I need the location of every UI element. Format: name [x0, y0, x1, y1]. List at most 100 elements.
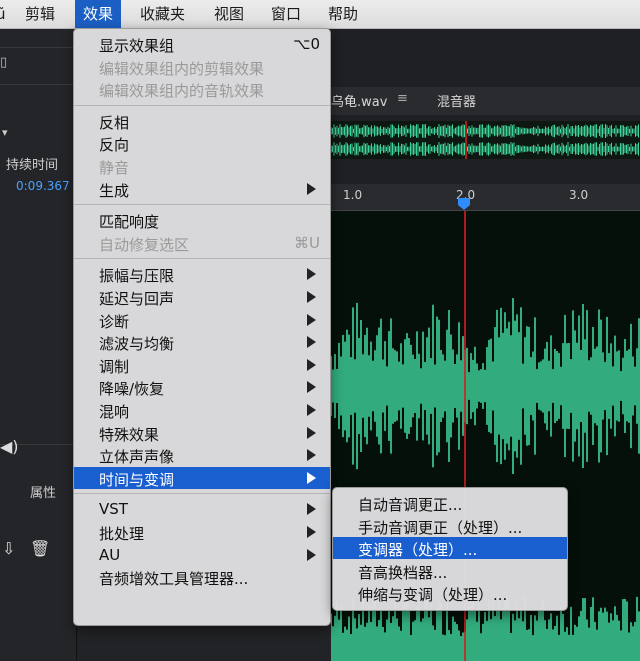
menubar-item-favorites[interactable]: 收藏夹	[140, 0, 185, 28]
duration-column-header[interactable]: 持续时间	[6, 154, 58, 173]
submenu-arrow-icon	[307, 503, 316, 516]
menu-separator	[74, 104, 330, 106]
effects-menu-item[interactable]: 音频增效工具管理器...	[74, 566, 330, 588]
tab-menu-icon[interactable]: ≡	[397, 91, 408, 106]
effects-menu-item[interactable]: 延迟与回声	[74, 286, 330, 308]
menu-shortcut: ⌥0	[293, 35, 320, 53]
effects-menu-item[interactable]: 显示效果组 ⌥0	[74, 33, 330, 55]
speaker-icon[interactable]: ◀)	[0, 437, 19, 456]
menu-item-label: 立体声声像	[99, 448, 175, 467]
menubar-item-window[interactable]: 窗口	[271, 0, 301, 28]
tab-file[interactable]: 乌龟.wav	[331, 91, 387, 110]
submenu-arrow-icon	[307, 291, 316, 303]
panel-edge-icon[interactable]: ▯	[0, 55, 7, 70]
menu-separator	[74, 204, 330, 206]
effects-menu-item[interactable]: 反相	[74, 110, 330, 132]
menu-item-label: 自动修复选区	[99, 235, 190, 254]
submenu-arrow-icon	[307, 268, 316, 281]
ruler-tick: 1.0	[343, 188, 363, 202]
menu-item-label: 显示效果组	[99, 37, 175, 55]
effects-menu-item[interactable]: 批处理	[74, 521, 330, 543]
menu-item-label: 变调器（处理）...	[358, 541, 478, 559]
effects-menu-item[interactable]: 诊断	[74, 309, 330, 331]
effects-menu-item[interactable]: 特殊效果	[74, 422, 330, 444]
menu-shortcut: ⌘U	[294, 233, 320, 252]
sort-caret-icon[interactable]: ▾	[2, 126, 8, 139]
menubar: ũ 剪辑 效果 收藏夹 视图 窗口 帮助	[0, 0, 640, 29]
divider	[0, 47, 76, 48]
effects-menu-item[interactable]: 反向	[74, 132, 330, 154]
effects-menu-item[interactable]: 振幅与压限	[74, 263, 330, 285]
menu-item-label: 匹配响度	[99, 213, 160, 232]
menu-item-label: 编辑效果组内的音轨效果	[99, 82, 265, 101]
menubar-item-view[interactable]: 视图	[214, 0, 244, 28]
duration-value: 0:09.367	[16, 179, 70, 193]
effects-menu-item: 静音	[74, 155, 330, 177]
import-icon[interactable]: ⇩	[2, 539, 15, 558]
effects-menu-item: 编辑效果组内的音轨效果	[74, 78, 330, 100]
submenu-arrow-icon	[307, 381, 316, 394]
menubar-item-help[interactable]: 帮助	[328, 0, 358, 28]
time-pitch-submenu: 自动音调更正... 手动音调更正（处理）... 变调器（处理）... 音高换档器...…	[332, 487, 568, 611]
effects-menu-item[interactable]: 调制	[74, 354, 330, 376]
menu-separator	[74, 258, 330, 260]
menu-separator	[74, 493, 330, 495]
menu-item-label: 降噪/恢复	[99, 380, 165, 399]
menu-item-label: 延迟与回声	[99, 290, 175, 308]
effects-menu-item[interactable]: 降噪/恢复	[74, 376, 330, 398]
submenu-arrow-icon	[307, 526, 316, 538]
effects-menu-item[interactable]: 滤波与均衡	[74, 331, 330, 353]
editor-tab-bar: 乌龟.wav ≡ 混音器	[331, 87, 640, 115]
menubar-item-partial[interactable]: ũ	[0, 0, 6, 28]
effects-menu-item[interactable]: 生成	[74, 178, 330, 200]
menubar-item-edit[interactable]: 剪辑	[25, 0, 55, 28]
effects-menu-item[interactable]: 立体声声像	[74, 444, 330, 466]
menu-item-label: 音高换档器...	[358, 563, 448, 582]
menu-item-label: 诊断	[99, 312, 130, 331]
menu-item-label: 静音	[99, 159, 130, 177]
submenu-arrow-icon	[307, 449, 316, 462]
menu-item-label: 手动音调更正（处理）...	[358, 518, 523, 537]
effects-menu-item[interactable]: AU	[74, 544, 330, 566]
submenu-arrow-icon	[307, 336, 316, 349]
submenu-arrow-icon	[307, 426, 316, 439]
effects-menu-item[interactable]: VST	[74, 498, 330, 520]
effects-menu-item[interactable]: 时间与变调	[74, 466, 330, 489]
menu-item-label: 时间与变调	[99, 470, 175, 489]
menu-item-label: 振幅与压限	[99, 267, 175, 286]
properties-tab[interactable]: 属性	[30, 482, 56, 501]
menu-item-label: 批处理	[99, 525, 145, 543]
submenu-arrow-icon	[307, 548, 316, 561]
menu-item-label: 生成	[99, 181, 130, 200]
time-pitch-menu-item[interactable]: 手动音调更正（处理）...	[333, 515, 567, 537]
menu-item-label: 滤波与均衡	[99, 335, 175, 354]
submenu-arrow-icon	[307, 358, 316, 371]
menu-item-label: 编辑效果组内的剪辑效果	[99, 59, 265, 78]
files-panel: ▯ ▾ 持续时间 0:09.367 ◀) 属性 ⇩ 🗑	[0, 29, 77, 661]
time-pitch-menu-item[interactable]: 自动音调更正...	[333, 492, 567, 514]
menu-item-label: 反相	[99, 113, 130, 132]
submenu-arrow-icon	[307, 182, 316, 195]
menu-item-label: 反向	[99, 136, 130, 155]
ruler-tick: 3.0	[569, 188, 589, 202]
effects-menu-item[interactable]: 匹配响度	[74, 209, 330, 231]
menu-item-label: VST	[99, 500, 128, 519]
time-ruler[interactable]: 1.0 2.0 3.0	[331, 184, 640, 211]
trash-icon[interactable]: 🗑	[30, 539, 50, 558]
time-pitch-menu-item[interactable]: 伸缩与变调（处理）...	[333, 582, 567, 604]
divider	[0, 84, 76, 85]
menu-item-label: AU	[99, 545, 121, 564]
effects-menu-item: 自动修复选区 ⌘U	[74, 232, 330, 254]
menu-item-label: 伸缩与变调（处理）...	[358, 586, 508, 604]
playhead-handle-icon[interactable]	[457, 198, 471, 211]
menubar-item-effects[interactable]: 效果	[75, 0, 122, 28]
effects-menu-item[interactable]: 混响	[74, 399, 330, 421]
overview-waveform[interactable]	[331, 121, 640, 159]
effects-menu: 显示效果组 ⌥0 编辑效果组内的剪辑效果 编辑效果组内的音轨效果 反相反向静音生成匹配响…	[73, 28, 331, 626]
tab-mixer[interactable]: 混音器	[437, 91, 476, 110]
effects-menu-item: 编辑效果组内的剪辑效果	[74, 56, 330, 78]
submenu-arrow-icon	[307, 404, 316, 416]
menu-item-label: 音频增效工具管理器...	[99, 570, 249, 589]
time-pitch-menu-item[interactable]: 变调器（处理）...	[333, 537, 567, 559]
time-pitch-menu-item[interactable]: 音高换档器...	[333, 560, 567, 582]
